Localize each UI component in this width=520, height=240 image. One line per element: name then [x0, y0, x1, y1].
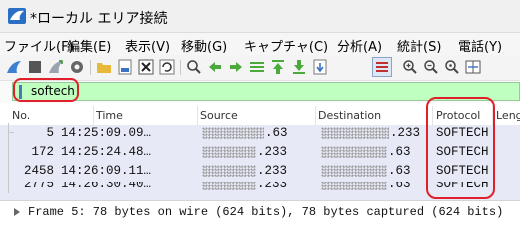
redacted-address — [202, 164, 256, 177]
destination-suffix: .233 — [390, 126, 421, 140]
main-toolbar — [0, 55, 520, 81]
go-last-icon[interactable] — [291, 59, 307, 75]
title-bar: *ローカル エリア接続 — [0, 0, 520, 33]
menu-telephony[interactable]: 電話(Y) — [458, 36, 502, 55]
column-header-time[interactable]: Time — [96, 109, 123, 122]
packet-destination: .63 — [321, 164, 411, 178]
source-suffix: .233 — [257, 145, 288, 159]
zoom-normal-icon[interactable] — [444, 59, 460, 75]
stop-square-icon[interactable] — [27, 59, 43, 75]
redacted-address — [321, 164, 387, 177]
filter-highlight-annotation — [13, 78, 79, 102]
redacted-address — [202, 182, 256, 190]
packet-time: 14:25:09.09… — [61, 126, 152, 140]
packet-number: 2775 — [23, 182, 54, 191]
column-header-length[interactable]: Leng — [496, 109, 520, 122]
frame-summary[interactable]: Frame 5: 78 bytes on wire (624 bits), 78… — [28, 205, 503, 219]
column-divider[interactable] — [315, 106, 316, 125]
packet-source: .63 — [202, 126, 288, 140]
tree-connector — [8, 123, 9, 193]
column-header-source[interactable]: Source — [200, 109, 238, 122]
zoom-out-icon[interactable] — [423, 59, 439, 75]
packet-source: .233 — [202, 164, 287, 178]
column-header-no[interactable]: No. — [12, 109, 30, 122]
packet-time: 14:26:30.40… — [61, 182, 152, 191]
redacted-address — [202, 126, 264, 139]
menu-go[interactable]: 移動(G) — [181, 36, 227, 55]
packet-number: 2458 — [23, 164, 54, 178]
destination-suffix: .63 — [388, 145, 411, 159]
menu-bar: ファイル(F) 編集(E) 表示(V) 移動(G) キャプチャ(C) 分析(A)… — [0, 33, 520, 55]
packet-source: .233 — [202, 182, 287, 191]
toolbar-separator — [90, 60, 91, 75]
tree-connector-tick — [8, 132, 14, 133]
packet-destination: .63 — [321, 145, 411, 159]
go-back-icon[interactable] — [207, 59, 223, 75]
wireshark-window: *ローカル エリア接続 ファイル(F) 編集(E) 表示(V) 移動(G) キャ… — [0, 0, 520, 221]
menu-statistics[interactable]: 統計(S) — [397, 36, 441, 55]
toolbar-separator — [180, 60, 181, 75]
window-title: *ローカル エリア接続 — [30, 11, 168, 27]
packet-number: 172 — [31, 145, 54, 159]
redacted-address — [321, 182, 387, 190]
protocol-highlight-annotation — [426, 97, 495, 199]
destination-suffix: .63 — [388, 182, 411, 191]
go-first-icon[interactable] — [270, 59, 286, 75]
source-suffix: .63 — [265, 126, 288, 140]
column-divider[interactable] — [93, 106, 94, 125]
shark-fin-icon — [8, 8, 26, 24]
reload-icon[interactable] — [159, 59, 175, 75]
save-file-icon[interactable] — [117, 59, 133, 75]
column-divider[interactable] — [197, 106, 198, 125]
packet-destination: .63 — [321, 182, 411, 191]
resize-columns-icon[interactable] — [465, 59, 481, 75]
packet-details-pane: Frame 5: 78 bytes on wire (624 bits), 78… — [0, 200, 520, 221]
source-suffix: .233 — [257, 164, 288, 178]
zoom-in-icon[interactable] — [402, 59, 418, 75]
autoscroll-icon[interactable] — [312, 59, 328, 75]
packet-destination: .233 — [321, 126, 420, 140]
shark-fin-start-icon[interactable] — [6, 59, 22, 75]
expand-arrow-icon[interactable] — [13, 208, 21, 216]
find-icon[interactable] — [186, 59, 202, 75]
go-forward-icon[interactable] — [228, 59, 244, 75]
packet-source: .233 — [202, 145, 287, 159]
source-suffix: .233 — [257, 182, 288, 191]
close-file-icon[interactable] — [138, 59, 154, 75]
menu-file[interactable]: ファイル(F) — [4, 36, 74, 55]
menu-analyze[interactable]: 分析(A) — [337, 36, 382, 55]
open-folder-icon[interactable] — [96, 59, 112, 75]
redacted-address — [202, 145, 256, 158]
packet-number: 5 — [46, 126, 54, 140]
go-to-packet-icon[interactable] — [249, 59, 265, 75]
menu-view[interactable]: 表示(V) — [125, 36, 170, 55]
menu-edit[interactable]: 編集(E) — [67, 36, 111, 55]
options-gear-icon[interactable] — [69, 59, 85, 75]
packet-time: 14:26:09.11… — [61, 164, 152, 178]
redacted-address — [321, 126, 389, 139]
redacted-address — [321, 145, 387, 158]
column-header-destination[interactable]: Destination — [318, 109, 381, 122]
packet-time: 14:25:24.48… — [61, 145, 152, 159]
destination-suffix: .63 — [388, 164, 411, 178]
colorize-icon[interactable] — [372, 57, 392, 77]
menu-capture[interactable]: キャプチャ(C) — [244, 36, 328, 55]
restart-fin-icon[interactable] — [48, 59, 64, 75]
